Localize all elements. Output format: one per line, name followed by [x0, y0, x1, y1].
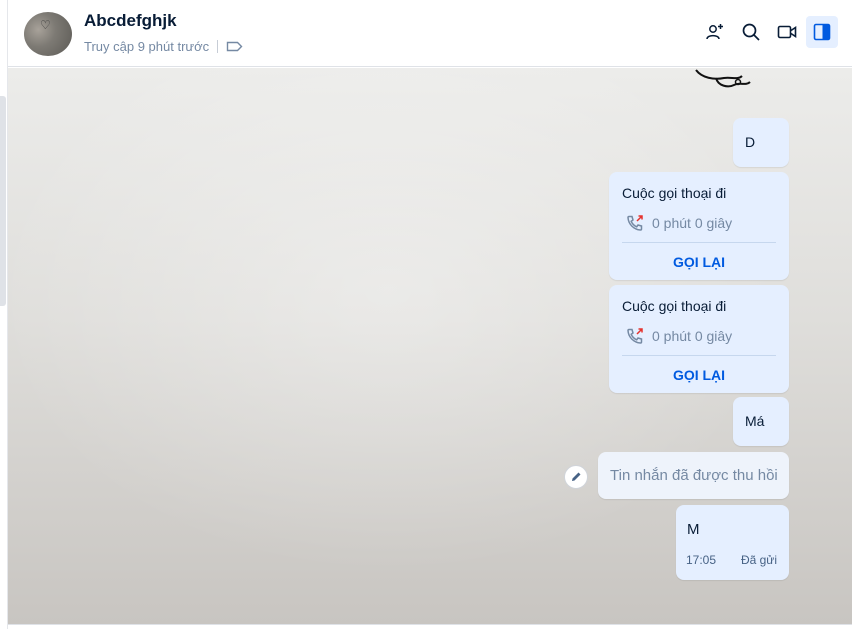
sidebar-toggle-button[interactable] — [806, 16, 838, 48]
call-info-row: 0 phút 0 giây — [626, 214, 732, 232]
left-panel-edge — [0, 0, 8, 629]
add-user-group-icon — [706, 24, 723, 40]
message-bubble[interactable]: M 17:05 Đã gửi — [676, 505, 789, 580]
call-duration: 0 phút 0 giây — [652, 215, 733, 231]
search-icon — [742, 23, 760, 41]
message-status: Đã gửi — [740, 553, 777, 567]
outgoing-call-icon — [627, 328, 643, 344]
message-area[interactable]: D Cuộc gọi thoại đi 0 phút 0 giây GỌI LẠ… — [8, 68, 852, 624]
message-text: M — [687, 521, 700, 538]
search-button[interactable] — [735, 16, 767, 48]
call-message-bubble[interactable]: Cuộc gọi thoại đi 0 phút 0 giây GỌI LẠI — [609, 285, 789, 393]
last-seen-text: Truy cập 9 phút trước — [84, 39, 210, 54]
video-call-button[interactable] — [771, 16, 803, 48]
sticker-image[interactable] — [694, 68, 754, 90]
pencil-icon — [572, 472, 581, 481]
message-time: 17:05 — [686, 553, 717, 567]
call-back-button[interactable]: GỌI LẠI — [609, 254, 789, 270]
message-text: Má — [745, 413, 765, 429]
message-bubble[interactable]: Má — [733, 397, 789, 446]
outgoing-call-icon — [627, 215, 643, 231]
call-title: Cuộc gọi thoại đi — [622, 185, 727, 201]
left-panel-scrollbar[interactable] — [0, 96, 6, 306]
recalled-message-bubble[interactable]: Tin nhắn đã được thu hồi — [598, 452, 789, 499]
video-call-icon — [777, 25, 797, 39]
contact-name[interactable]: Abcdefghjk — [84, 11, 177, 31]
call-message-bubble[interactable]: Cuộc gọi thoại đi 0 phút 0 giây GỌI LẠI — [609, 172, 789, 280]
chat-header: ♡ Abcdefghjk Truy cập 9 phút trước — [8, 0, 852, 67]
call-back-button[interactable]: GỌI LẠI — [609, 367, 789, 383]
sidebar-toggle-icon — [813, 23, 831, 41]
message-text: D — [745, 134, 756, 150]
recalled-message-text: Tin nhắn đã được thu hồi — [610, 467, 778, 484]
call-title: Cuộc gọi thoại đi — [622, 298, 727, 314]
call-duration: 0 phút 0 giây — [652, 328, 733, 344]
composer-edge — [8, 624, 852, 629]
divider — [622, 355, 776, 356]
avatar[interactable]: ♡ — [24, 12, 72, 56]
contact-status-line: Truy cập 9 phút trước — [84, 39, 243, 54]
edit-message-button[interactable] — [564, 465, 588, 489]
divider — [217, 40, 219, 53]
label-tag-icon[interactable] — [226, 41, 243, 52]
call-info-row: 0 phút 0 giây — [626, 327, 732, 345]
message-bubble[interactable]: D — [733, 118, 789, 167]
add-group-button[interactable] — [699, 16, 731, 48]
divider — [622, 242, 776, 243]
